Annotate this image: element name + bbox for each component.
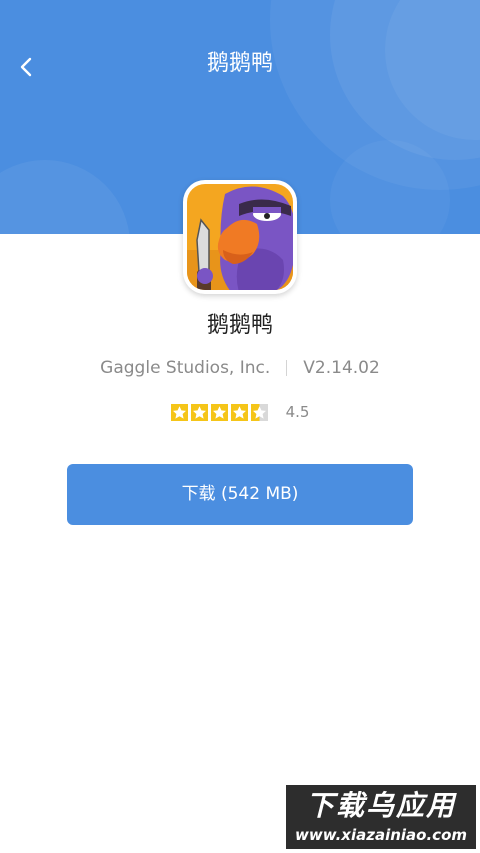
developer-name: Gaggle Studios, Inc. xyxy=(100,358,271,378)
goose-duck-app-icon xyxy=(187,184,293,290)
star-half-icon xyxy=(250,403,268,421)
app-meta: Gaggle Studios, Inc. V2.14.02 xyxy=(0,356,480,380)
decorative-circle xyxy=(0,160,130,234)
watermark-url: www.xiazainiao.com xyxy=(294,826,468,844)
download-button[interactable]: 下载 (542 MB) xyxy=(67,464,413,525)
app-version: V2.14.02 xyxy=(303,358,380,378)
rating-score: 4.5 xyxy=(285,403,310,421)
star-full-icon xyxy=(170,403,188,421)
app-name: 鹅鹅鸭 xyxy=(206,313,273,338)
star-full-icon xyxy=(230,403,248,421)
star-full-icon xyxy=(210,403,228,421)
app-icon xyxy=(183,180,297,294)
watermark-title: 下载乌应用 xyxy=(305,789,456,822)
page-title: 鹅鹅鸭 xyxy=(206,51,273,76)
star-full-icon xyxy=(190,403,208,421)
site-watermark: 下载乌应用 www.xiazainiao.com xyxy=(286,785,476,849)
rating-row: 4.5 xyxy=(0,400,480,424)
meta-divider xyxy=(286,360,288,376)
star-rating xyxy=(170,403,268,421)
